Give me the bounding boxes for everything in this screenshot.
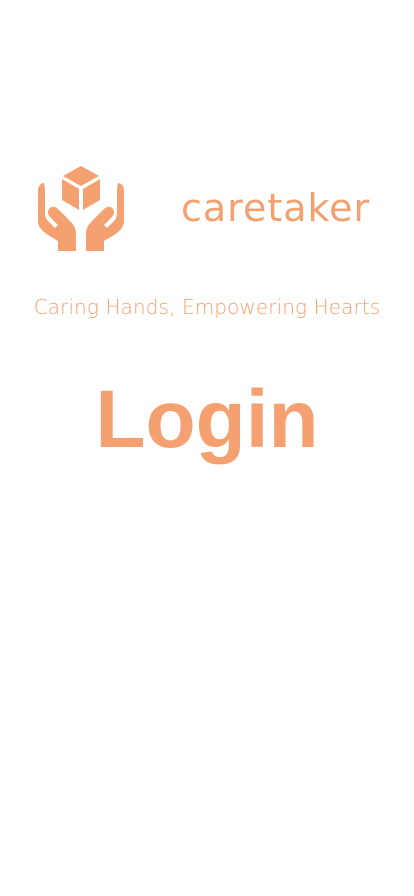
tagline: Caring Hands, Empowering Hearts [33, 295, 381, 319]
hands-box-icon [38, 166, 124, 251]
page-title: Login [95, 374, 319, 465]
brand-header: caretaker [0, 160, 414, 255]
brand-name: caretaker [181, 186, 371, 230]
